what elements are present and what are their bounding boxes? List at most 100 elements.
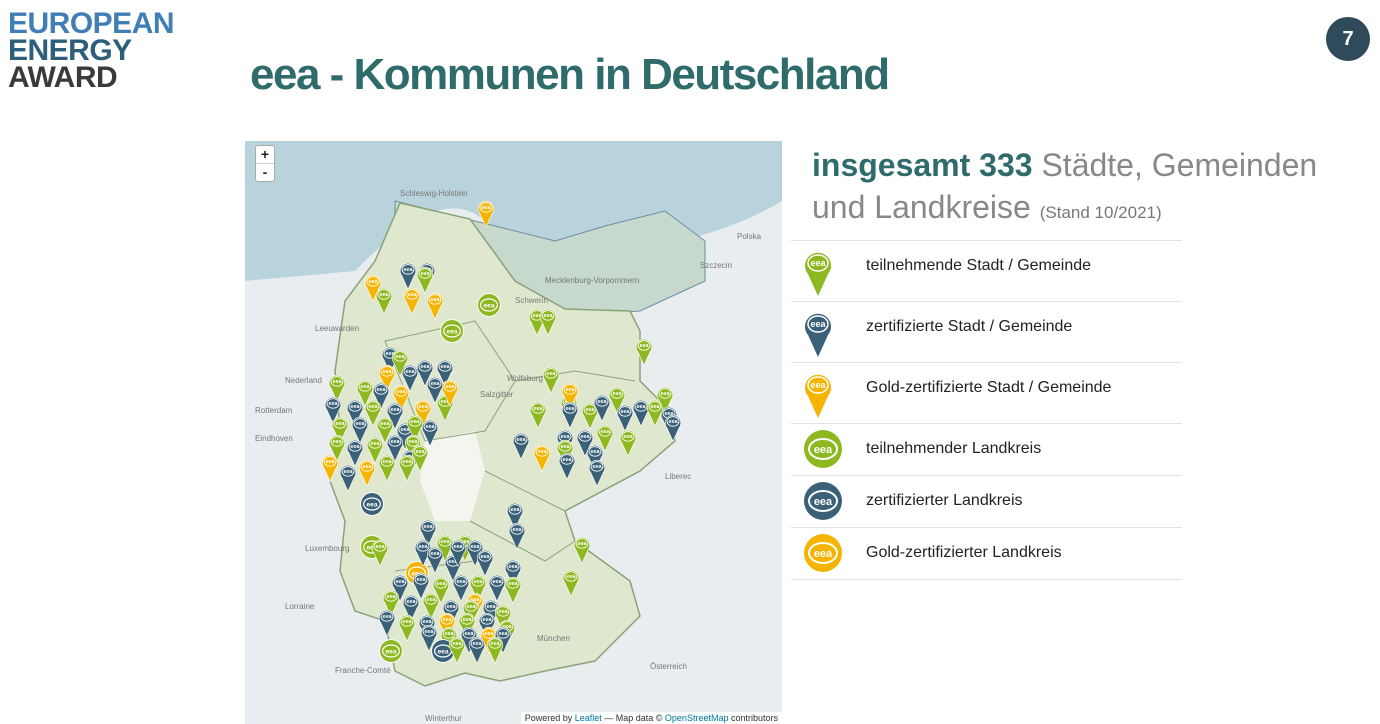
district-circle-marker[interactable]: eea [477, 293, 501, 317]
svg-text:eea: eea [613, 391, 623, 397]
svg-text:eea: eea [563, 457, 573, 463]
svg-text:eea: eea [669, 419, 679, 425]
district-circle-marker[interactable]: eea [360, 492, 384, 516]
attribution-prefix: Powered by [524, 713, 575, 723]
svg-text:eea: eea [446, 328, 457, 335]
legend-row: eea zertifizierter Landkreis [791, 476, 1182, 528]
svg-text:eea: eea [637, 404, 647, 410]
svg-text:eea: eea [487, 604, 497, 610]
svg-text:eea: eea [377, 387, 387, 393]
svg-text:eea: eea [561, 444, 571, 450]
svg-text:eea: eea [333, 439, 343, 445]
legend-row: eea teilnehmender Landkreis [791, 424, 1182, 476]
svg-text:eea: eea [509, 581, 519, 587]
district-circle-icon: eea [803, 533, 843, 578]
zoom-in-button[interactable]: + [256, 146, 274, 164]
map-attribution: Powered by Leaflet — Map data © OpenStre… [520, 712, 782, 724]
svg-text:eea: eea [376, 544, 386, 550]
legend-row: eea teilnehmende Stadt / Gemeinde [791, 241, 1182, 302]
svg-text:eea: eea [544, 313, 554, 319]
logo-line-1: EUROPEAN [8, 7, 175, 40]
svg-text:eea: eea [397, 389, 407, 395]
svg-text:eea: eea [598, 399, 608, 405]
page-number-badge: 7 [1326, 17, 1370, 61]
svg-text:eea: eea [344, 469, 354, 475]
zoom-control: + - [255, 145, 275, 182]
legend-row: eea zertifizierte Stadt / Gemeinde [791, 302, 1182, 363]
district-circle-marker[interactable]: eea [440, 319, 464, 343]
legend-row: eea Gold-zertifizierte Stadt / Gemeinde [791, 363, 1182, 424]
map-pin-icon: eea [803, 310, 833, 363]
svg-text:eea: eea [391, 439, 401, 445]
svg-text:eea: eea [396, 354, 406, 360]
summary-stand: (Stand 10/2021) [1039, 203, 1162, 222]
svg-text:eea: eea [423, 619, 433, 625]
svg-text:eea: eea [417, 577, 427, 583]
svg-text:eea: eea [427, 597, 437, 603]
map-place-label: Franche-Comté [335, 666, 391, 675]
svg-text:eea: eea [481, 554, 491, 560]
map-place-label: Leeuwarden [315, 324, 359, 333]
svg-text:eea: eea [419, 544, 429, 550]
svg-text:eea: eea [409, 439, 419, 445]
svg-text:eea: eea [499, 631, 509, 637]
svg-text:eea: eea [567, 574, 577, 580]
district-circle-marker[interactable]: eea [379, 639, 403, 663]
svg-text:eea: eea [538, 449, 548, 455]
svg-text:eea: eea [425, 629, 435, 635]
svg-text:eea: eea [465, 631, 475, 637]
svg-text:eea: eea [586, 407, 596, 413]
zoom-out-button[interactable]: - [256, 164, 274, 181]
svg-text:eea: eea [443, 617, 453, 623]
legend-label: zertifizierter Landkreis [866, 492, 1023, 509]
svg-text:eea: eea [493, 579, 503, 585]
svg-text:eea: eea [431, 381, 441, 387]
svg-text:eea: eea [499, 609, 509, 615]
svg-text:eea: eea [380, 292, 390, 298]
svg-text:eea: eea [381, 421, 391, 427]
svg-text:eea: eea [387, 594, 397, 600]
svg-text:eea: eea [517, 437, 527, 443]
svg-text:eea: eea [534, 406, 544, 412]
svg-text:eea: eea [361, 384, 371, 390]
map-place-label: Wolfsburg [507, 374, 543, 383]
svg-text:eea: eea [356, 421, 366, 427]
svg-text:eea: eea [383, 614, 393, 620]
svg-text:eea: eea [383, 459, 393, 465]
svg-text:eea: eea [406, 369, 416, 375]
svg-text:eea: eea [624, 434, 634, 440]
map-place-label: Österreich [650, 662, 687, 671]
svg-text:eea: eea [333, 379, 343, 385]
legend: eea teilnehmende Stadt / Gemeinde eea ze… [791, 240, 1182, 580]
openstreetmap-link[interactable]: OpenStreetMap [665, 713, 729, 723]
svg-text:eea: eea [404, 267, 414, 273]
svg-text:eea: eea [453, 641, 463, 647]
svg-text:eea: eea [467, 604, 477, 610]
svg-text:eea: eea [661, 391, 671, 397]
svg-text:eea: eea [351, 444, 361, 450]
svg-text:eea: eea [491, 641, 501, 647]
svg-text:eea: eea [581, 434, 591, 440]
svg-text:eea: eea [473, 641, 483, 647]
svg-text:eea: eea [445, 631, 455, 637]
page-title: eea - Kommunen in Deutschland [250, 50, 890, 99]
district-circle-icon: eea [803, 429, 843, 474]
svg-text:eea: eea [578, 541, 588, 547]
svg-text:eea: eea [371, 441, 381, 447]
germany-map[interactable]: + - Schleswig-Holstein Schwerin Mecklenbur… [245, 141, 782, 724]
svg-text:eea: eea [814, 444, 833, 456]
european-energy-award-logo: EUROPEAN ENERGY AWARD [8, 7, 175, 93]
legend-label: teilnehmende Stadt / Gemeinde [866, 257, 1092, 274]
svg-text:eea: eea [369, 279, 379, 285]
summary-text: insgesamt 333 Städte, Gemeinden und Land… [812, 144, 1372, 234]
svg-text:eea: eea [591, 449, 601, 455]
svg-text:eea: eea [471, 544, 481, 550]
svg-text:eea: eea [407, 599, 417, 605]
svg-text:eea: eea [566, 387, 576, 393]
svg-text:eea: eea [419, 404, 429, 410]
svg-text:eea: eea [814, 496, 833, 508]
map-place-label: München [537, 634, 570, 643]
svg-text:eea: eea [329, 401, 339, 407]
map-place-label: Winterthur [425, 714, 462, 723]
leaflet-link[interactable]: Leaflet [575, 713, 602, 723]
